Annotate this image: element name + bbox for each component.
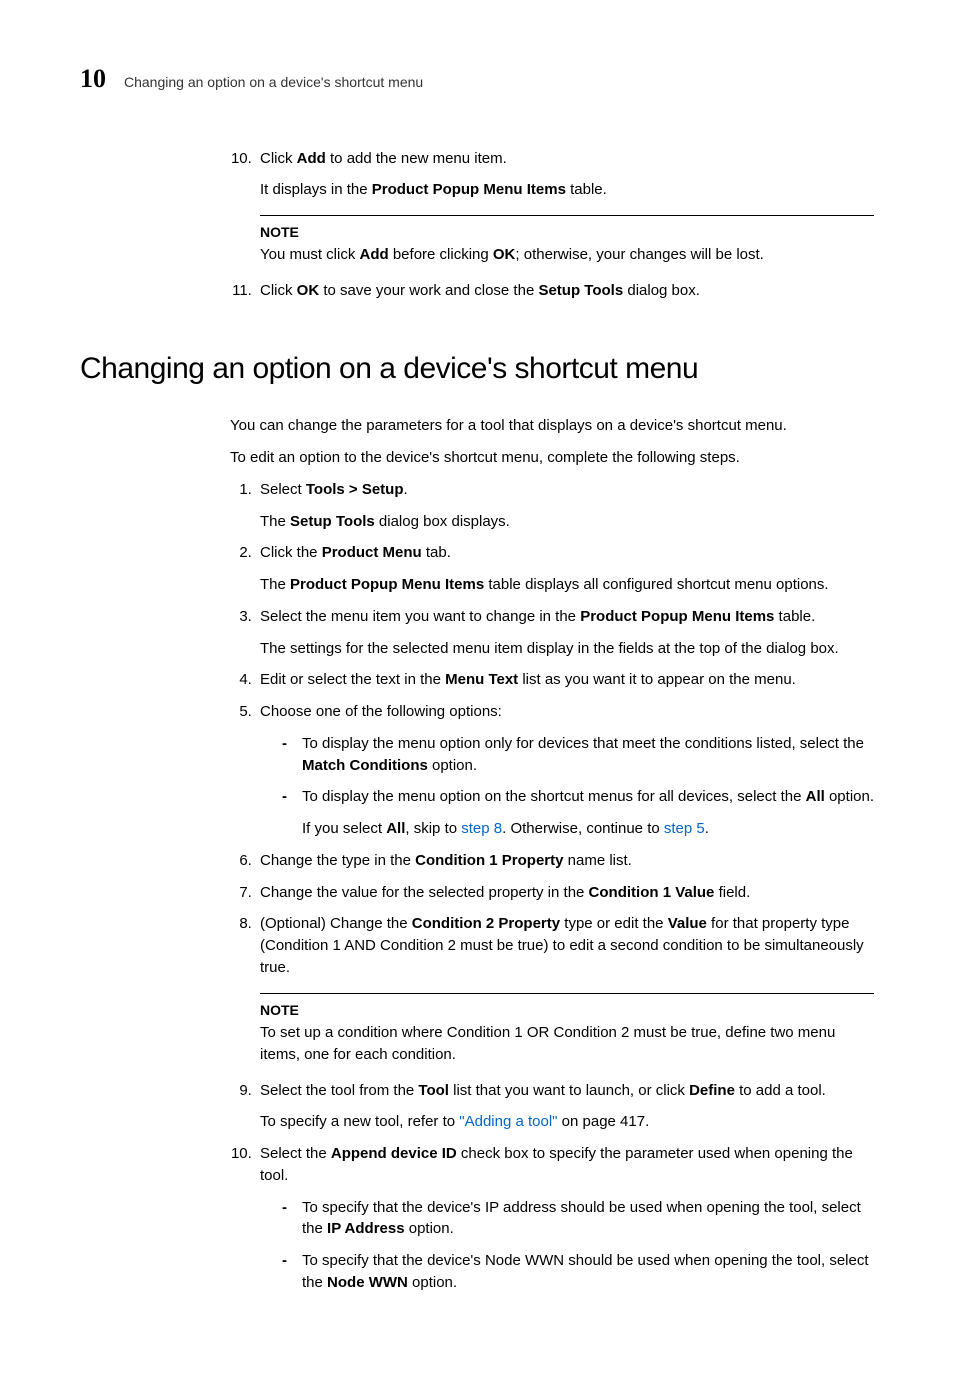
step-5-bullet-1: To display the menu option only for devi… bbox=[282, 733, 874, 777]
step-8: (Optional) Change the Condition 2 Proper… bbox=[256, 913, 874, 1065]
page-header: 10 Changing an option on a device's shor… bbox=[80, 60, 874, 98]
step-2-sub: The Product Popup Menu Items table displ… bbox=[260, 574, 874, 596]
step-11: Click OK to save your work and close the… bbox=[256, 280, 874, 302]
note-label-2: NOTE bbox=[260, 1000, 874, 1020]
step-10b: Select the Append device ID check box to… bbox=[256, 1143, 874, 1294]
step-4: Edit or select the text in the Menu Text… bbox=[256, 669, 874, 691]
step-9-sub: To specify a new tool, refer to "Adding … bbox=[260, 1111, 874, 1133]
chapter-number: 10 bbox=[80, 60, 106, 98]
note-label: NOTE bbox=[260, 222, 874, 242]
step-5-bullet-2: To display the menu option on the shortc… bbox=[282, 786, 874, 840]
running-title: Changing an option on a device's shortcu… bbox=[124, 72, 423, 92]
link-adding-a-tool[interactable]: "Adding a tool" bbox=[459, 1113, 557, 1130]
step-10b-bullet-2: To specify that the device's Node WWN sh… bbox=[282, 1250, 874, 1294]
step-10-sub: It displays in the Product Popup Menu It… bbox=[260, 179, 874, 201]
step-10: Click Add to add the new menu item. It d… bbox=[256, 148, 874, 267]
link-step-5[interactable]: step 5 bbox=[664, 820, 705, 837]
step-9: Select the tool from the Tool list that … bbox=[256, 1080, 874, 1134]
link-step-8[interactable]: step 8 bbox=[461, 820, 502, 837]
note-block: NOTE You must click Add before clicking … bbox=[260, 215, 874, 266]
intro-paragraph-1: You can change the parameters for a tool… bbox=[230, 415, 874, 437]
step-3: Select the menu item you want to change … bbox=[256, 606, 874, 660]
section-heading: Changing an option on a device's shortcu… bbox=[80, 347, 874, 391]
main-steps: Select Tools > Setup. The Setup Tools di… bbox=[230, 479, 874, 1294]
intro-paragraph-2: To edit an option to the device's shortc… bbox=[230, 447, 874, 469]
note-block-2: NOTE To set up a condition where Conditi… bbox=[260, 993, 874, 1066]
step-5: Choose one of the following options: To … bbox=[256, 701, 874, 840]
step-2: Click the Product Menu tab. The Product … bbox=[256, 542, 874, 596]
step-7: Change the value for the selected proper… bbox=[256, 882, 874, 904]
step-3-sub: The settings for the selected menu item … bbox=[260, 638, 874, 660]
step-6: Change the type in the Condition 1 Prope… bbox=[256, 850, 874, 872]
step-5-bullet-2-sub: If you select All, skip to step 8. Other… bbox=[302, 818, 874, 840]
step-1-sub: The Setup Tools dialog box displays. bbox=[260, 511, 874, 533]
step-1: Select Tools > Setup. The Setup Tools di… bbox=[256, 479, 874, 533]
note-text-2: To set up a condition where Condition 1 … bbox=[260, 1022, 874, 1066]
continued-steps: Click Add to add the new menu item. It d… bbox=[230, 148, 874, 302]
step-10b-bullet-1: To specify that the device's IP address … bbox=[282, 1197, 874, 1241]
note-text: You must click Add before clicking OK; o… bbox=[260, 244, 874, 266]
